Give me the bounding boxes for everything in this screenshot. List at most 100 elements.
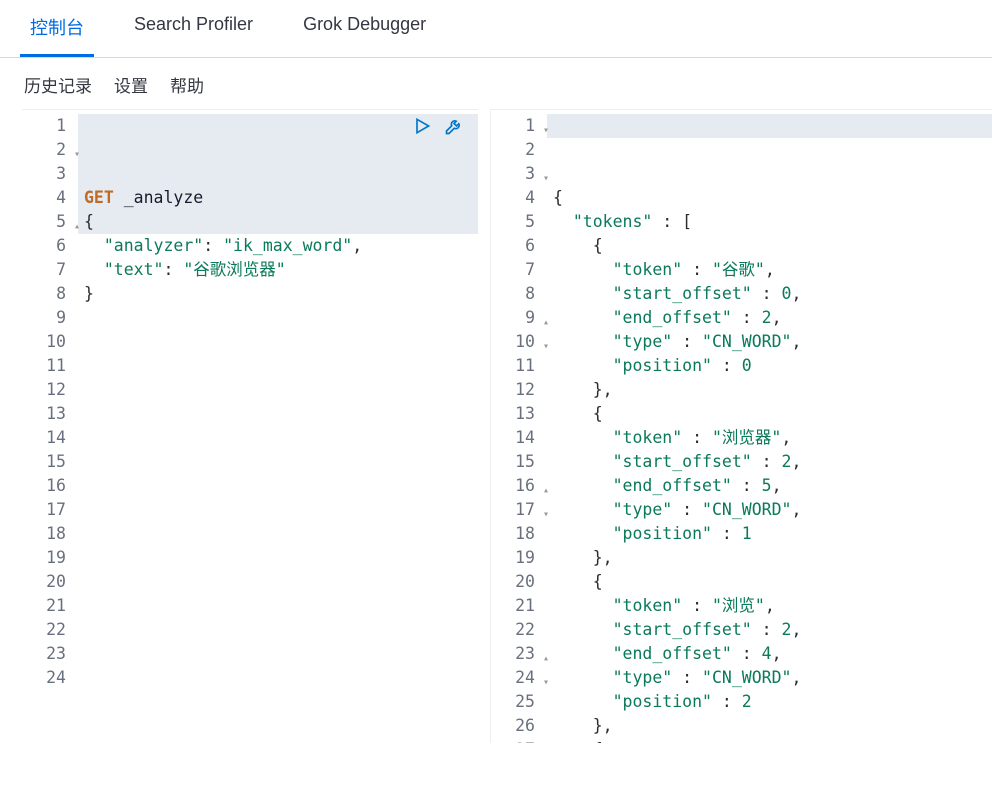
gutter-line: 24▾ xyxy=(491,666,543,690)
gutter-line: 20 xyxy=(491,570,543,594)
code-line: "type" : "CN_WORD", xyxy=(553,330,992,354)
tab-0[interactable]: 控制台 xyxy=(20,0,94,57)
gutter-line: 11 xyxy=(491,354,543,378)
code-line: }, xyxy=(553,378,992,402)
code-line: "position" : 1 xyxy=(553,522,992,546)
gutter-line: 3 xyxy=(22,162,74,186)
gutter-line: 20 xyxy=(22,570,74,594)
gutter-line: 16▴ xyxy=(491,474,543,498)
gutter-line: 22 xyxy=(22,618,74,642)
gutter-line: 25 xyxy=(491,690,543,714)
gutter-line: 15 xyxy=(491,450,543,474)
code-line xyxy=(84,426,478,450)
code-line: "end_offset" : 2, xyxy=(553,306,992,330)
gutter-line: 6 xyxy=(491,234,543,258)
gutter-line: 9 xyxy=(22,306,74,330)
code-line xyxy=(84,642,478,666)
gutter-line: 1 xyxy=(22,114,74,138)
gutter-line: 13 xyxy=(22,402,74,426)
gutter-line: 21 xyxy=(22,594,74,618)
gutter-line: 27 xyxy=(491,738,543,743)
gutter-line: 26 xyxy=(491,714,543,738)
gutter-line: 21 xyxy=(491,594,543,618)
code-line xyxy=(84,666,478,690)
gutter-line: 17 xyxy=(22,498,74,522)
code-line: { xyxy=(553,570,992,594)
code-line: "text": "谷歌浏览器" xyxy=(84,258,478,282)
gutter-line: 19 xyxy=(491,546,543,570)
code-line: "start_offset" : 2, xyxy=(553,618,992,642)
code-line: { xyxy=(553,402,992,426)
gutter-line: 12 xyxy=(22,378,74,402)
tab-2[interactable]: Grok Debugger xyxy=(293,0,436,57)
code-line xyxy=(84,714,478,738)
code-line xyxy=(84,546,478,570)
sub-tabs: 历史记录设置帮助 xyxy=(0,58,992,103)
code-line xyxy=(84,354,478,378)
code-line: "start_offset" : 0, xyxy=(553,282,992,306)
gutter-line: 4 xyxy=(22,186,74,210)
gutter-line: 13 xyxy=(491,402,543,426)
gutter-line: 2▾ xyxy=(22,138,74,162)
code-line xyxy=(84,450,478,474)
request-editor[interactable]: 12▾345▴678910111213141516171819202122232… xyxy=(22,109,478,743)
subtab-0[interactable]: 历史记录 xyxy=(24,72,92,97)
gutter-line: 14 xyxy=(22,426,74,450)
gutter-line: 1▾ xyxy=(491,114,543,138)
code-line xyxy=(84,402,478,426)
gutter-line: 23 xyxy=(22,642,74,666)
code-line xyxy=(84,594,478,618)
code-line xyxy=(84,738,478,743)
code-line: { xyxy=(84,210,478,234)
code-line: { xyxy=(553,738,992,743)
code-line: } xyxy=(84,282,478,306)
gutter-line: 22 xyxy=(491,618,543,642)
gutter-line: 3▾ xyxy=(491,162,543,186)
code-line: "token" : "浏览器", xyxy=(553,426,992,450)
subtab-1[interactable]: 设置 xyxy=(114,72,148,97)
tab-1[interactable]: Search Profiler xyxy=(124,0,263,57)
code-line: "start_offset" : 2, xyxy=(553,450,992,474)
code-line: "token" : "浏览", xyxy=(553,594,992,618)
gutter-line: 7 xyxy=(491,258,543,282)
code-line: "end_offset" : 5, xyxy=(553,474,992,498)
gutter-line: 15 xyxy=(22,450,74,474)
code-line: "end_offset" : 4, xyxy=(553,642,992,666)
code-line: }, xyxy=(553,546,992,570)
gutter-line: 18 xyxy=(22,522,74,546)
gutter-line: 11 xyxy=(22,354,74,378)
response-editor[interactable]: ⋮ 1▾23▾456789▴10▾111213141516▴17▾1819202… xyxy=(490,109,992,743)
gutter-line: 17▾ xyxy=(491,498,543,522)
gutter-line: 5▴ xyxy=(22,210,74,234)
code-line: "token" : "谷歌", xyxy=(553,258,992,282)
code-line xyxy=(84,522,478,546)
code-line: { xyxy=(553,234,992,258)
gutter-line: 24 xyxy=(22,666,74,690)
main-tabs: 控制台 Search Profiler Grok Debugger xyxy=(0,0,992,58)
code-line: "tokens" : [ xyxy=(553,210,992,234)
subtab-2[interactable]: 帮助 xyxy=(170,72,204,97)
gutter-line: 4 xyxy=(491,186,543,210)
code-line: "position" : 0 xyxy=(553,354,992,378)
gutter-line: 14 xyxy=(491,426,543,450)
split-editor: 12▾345▴678910111213141516171819202122232… xyxy=(0,103,992,743)
gutter-line: 5 xyxy=(491,210,543,234)
gutter-line: 7 xyxy=(22,258,74,282)
code-line: "position" : 2 xyxy=(553,690,992,714)
gutter-line: 16 xyxy=(22,474,74,498)
code-line xyxy=(84,498,478,522)
gutter-line: 23▴ xyxy=(491,642,543,666)
gutter-line: 12 xyxy=(491,378,543,402)
code-line: "type" : "CN_WORD", xyxy=(553,666,992,690)
code-line: { xyxy=(553,186,992,210)
gutter-line: 19 xyxy=(22,546,74,570)
code-line xyxy=(84,378,478,402)
gutter-line: 6 xyxy=(22,234,74,258)
code-line: GET _analyze xyxy=(84,186,478,210)
code-line xyxy=(84,474,478,498)
gutter-line: 10 xyxy=(22,330,74,354)
code-line: "type" : "CN_WORD", xyxy=(553,498,992,522)
code-line xyxy=(84,306,478,330)
code-line: }, xyxy=(553,714,992,738)
gutter-line: 8 xyxy=(491,282,543,306)
